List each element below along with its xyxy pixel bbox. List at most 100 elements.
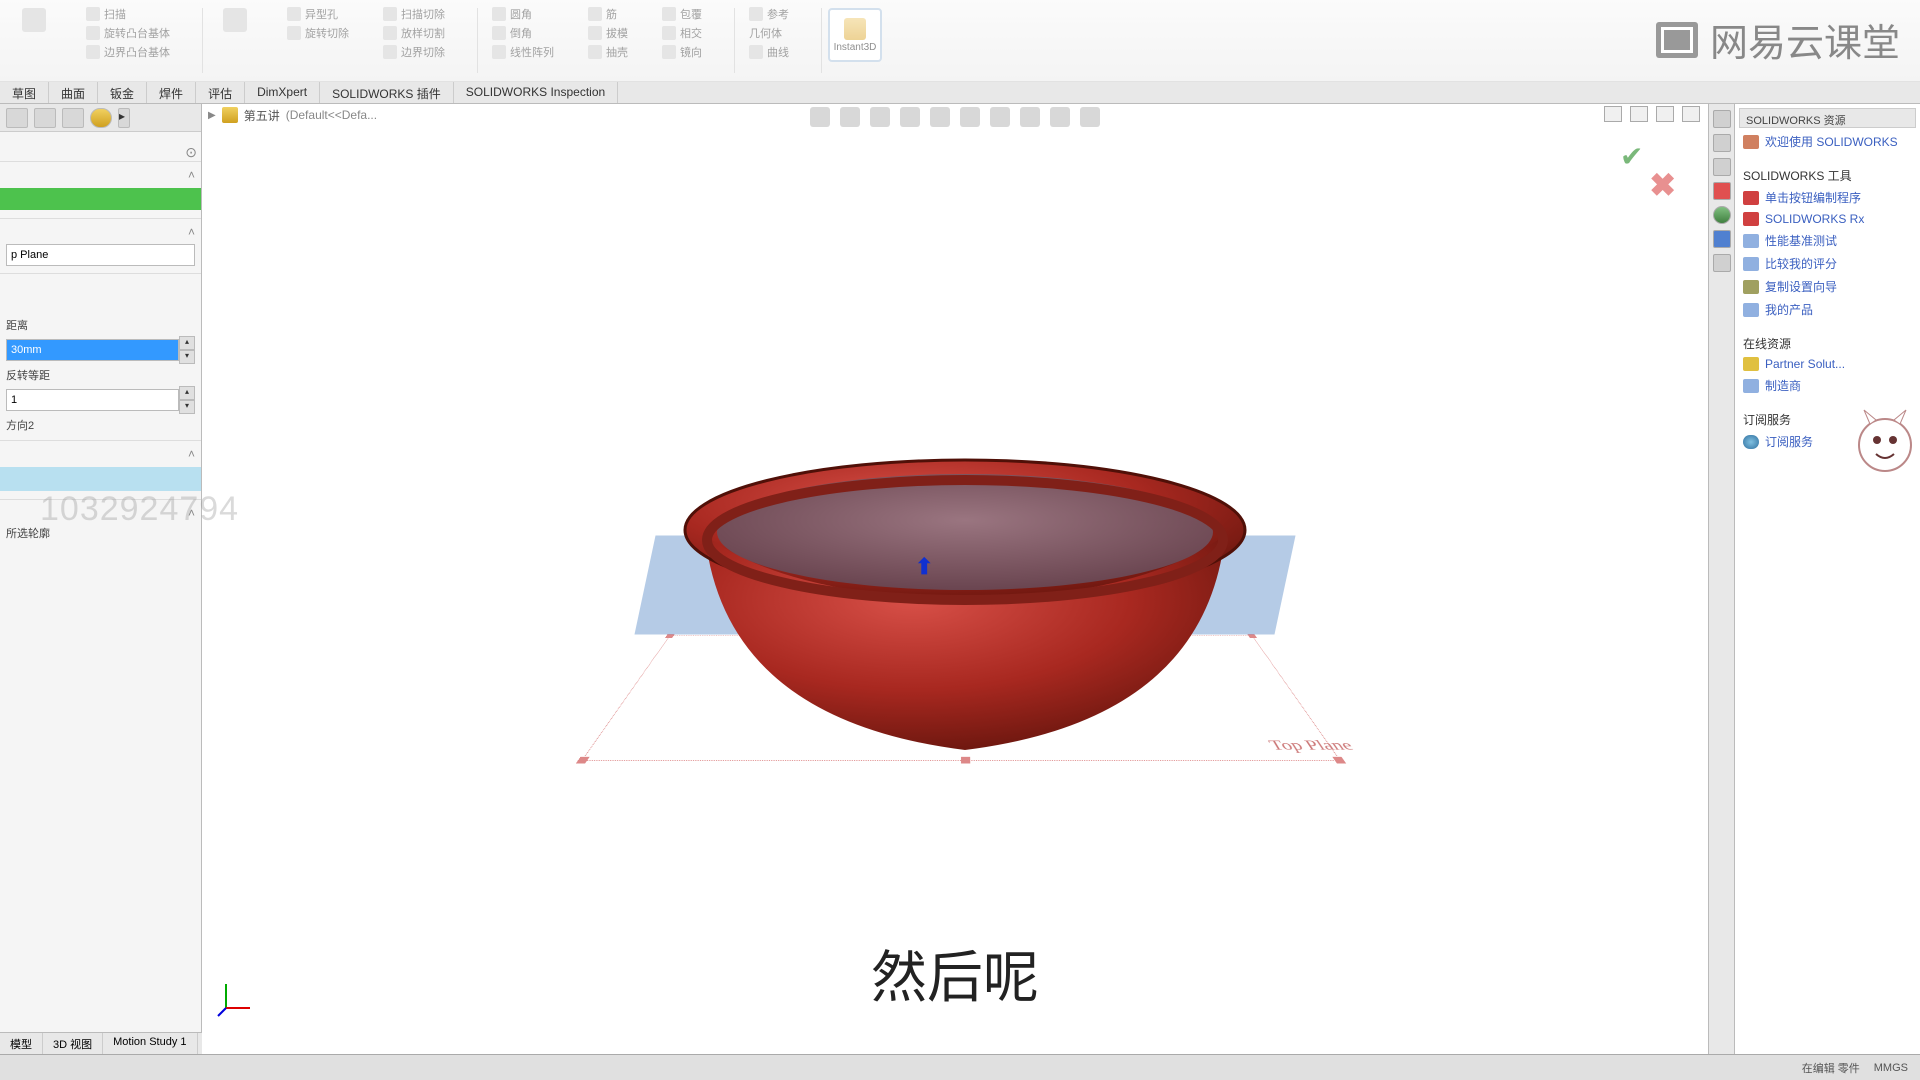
- mascot-icon: [1850, 400, 1920, 490]
- orientation-triad[interactable]: [216, 978, 256, 1018]
- view-orient-icon[interactable]: [930, 107, 950, 127]
- hide-show-icon[interactable]: [990, 107, 1010, 127]
- pm-tab-more[interactable]: ▸: [118, 108, 130, 128]
- pm-toolbar: ▸: [0, 104, 201, 132]
- second-reference-box[interactable]: [0, 467, 201, 491]
- taskpane-custom-icon[interactable]: [1713, 230, 1731, 248]
- ribbon-item[interactable]: 相交: [662, 25, 702, 41]
- pm-tab-display[interactable]: [62, 108, 84, 128]
- tab-model[interactable]: 模型: [0, 1033, 43, 1054]
- document-tab[interactable]: ▶ 第五讲 (Default<<Defa...: [208, 104, 377, 126]
- tab-sketch[interactable]: 草图: [0, 82, 49, 103]
- taskpane-welcome[interactable]: 欢迎使用 SOLIDWORKS: [1739, 130, 1916, 153]
- ribbon-item[interactable]: 放样切割: [383, 25, 445, 41]
- ribbon-item[interactable]: 线性阵列: [492, 44, 554, 60]
- display-style-icon[interactable]: [960, 107, 980, 127]
- offset-distance-input[interactable]: [6, 339, 179, 361]
- tab-3dview[interactable]: 3D 视图: [43, 1033, 103, 1054]
- flip-checkbox-label[interactable]: 反转等距: [6, 367, 195, 383]
- tab-dimxpert[interactable]: DimXpert: [245, 82, 320, 103]
- status-units[interactable]: MMGS: [1874, 1062, 1908, 1074]
- ribbon-item[interactable]: 抽壳: [588, 44, 628, 60]
- pm-ok-bar[interactable]: [0, 188, 201, 210]
- pm-tab-appearance[interactable]: [90, 108, 112, 128]
- chamfer-icon: [492, 26, 506, 40]
- taskpane-lib-icon[interactable]: [1713, 134, 1731, 152]
- taskpane-view-icon[interactable]: [1713, 182, 1731, 200]
- apply-scene-icon[interactable]: [1050, 107, 1070, 127]
- rx-icon: [1743, 212, 1759, 226]
- spin-down[interactable]: ▾: [179, 400, 195, 414]
- tree-arrow-icon[interactable]: ▶: [208, 110, 216, 121]
- confirm-ok-icon[interactable]: ✔: [1620, 140, 1652, 168]
- zoom-area-icon[interactable]: [840, 107, 860, 127]
- prev-view-icon[interactable]: [870, 107, 890, 127]
- tab-evaluate[interactable]: 评估: [196, 82, 245, 103]
- ribbon-item[interactable]: 圆角: [492, 6, 554, 22]
- ribbon-item[interactable]: 旋转切除: [287, 25, 349, 41]
- tab-inspection[interactable]: SOLIDWORKS Inspection: [454, 82, 618, 103]
- taskpane-link[interactable]: 单击按钮编制程序: [1739, 186, 1916, 209]
- ribbon-item[interactable]: 拔模: [588, 25, 628, 41]
- taskpane-forum-icon[interactable]: [1713, 254, 1731, 272]
- taskpane-link[interactable]: 比较我的评分: [1739, 252, 1916, 275]
- confirm-cancel-icon[interactable]: ✖: [1649, 166, 1676, 204]
- taskpane-link[interactable]: 我的产品: [1739, 298, 1916, 321]
- tab-motion[interactable]: Motion Study 1: [103, 1033, 197, 1054]
- pm-pin-icon[interactable]: ⊙: [185, 144, 197, 161]
- section-view-icon[interactable]: [900, 107, 920, 127]
- taskpane-appearance-icon[interactable]: [1713, 206, 1731, 224]
- pm-tab-config[interactable]: [34, 108, 56, 128]
- products-icon: [1743, 303, 1759, 317]
- tab-sheetmetal[interactable]: 钣金: [98, 82, 147, 103]
- tab-surface[interactable]: 曲面: [49, 82, 98, 103]
- pm-tab-feature[interactable]: [6, 108, 28, 128]
- plane-reference-input[interactable]: [6, 244, 195, 266]
- taskpane-link[interactable]: 性能基准测试: [1739, 229, 1916, 252]
- ribbon-item[interactable]: 镜向: [662, 44, 702, 60]
- collapse-icon[interactable]: ˄: [188, 225, 195, 239]
- taskpane-link[interactable]: 制造商: [1739, 374, 1916, 397]
- ribbon-item[interactable]: 倒角: [492, 25, 554, 41]
- ribbon-item[interactable]: 筋: [588, 6, 628, 22]
- taskpane-home-icon[interactable]: [1713, 110, 1731, 128]
- mirror-icon: [662, 45, 676, 59]
- ribbon-item[interactable]: 扫描切除: [383, 6, 445, 22]
- bowl-model[interactable]: [665, 420, 1265, 800]
- direction-arrow-icon[interactable]: ⬆: [915, 554, 933, 580]
- instant3d-button[interactable]: Instant3D: [828, 8, 882, 62]
- plane-handle[interactable]: [576, 757, 590, 764]
- window-min-icon[interactable]: [1656, 106, 1674, 122]
- plane-handle[interactable]: [1332, 757, 1346, 764]
- ribbon-big-btn[interactable]: [16, 6, 52, 36]
- view-settings-icon[interactable]: [1080, 107, 1100, 127]
- ribbon-big-btn[interactable]: [217, 6, 253, 36]
- window-max-icon[interactable]: [1630, 106, 1648, 122]
- ribbon-item[interactable]: 几何体: [749, 25, 789, 41]
- spin-up[interactable]: ▴: [179, 336, 195, 350]
- ribbon-item[interactable]: 旋转凸台基体: [86, 25, 170, 41]
- collapse-icon[interactable]: ˄: [188, 168, 195, 182]
- tab-weldment[interactable]: 焊件: [147, 82, 196, 103]
- ribbon-item[interactable]: 异型孔: [287, 6, 349, 22]
- spin-up[interactable]: ▴: [179, 386, 195, 400]
- collapse-icon[interactable]: ˄: [188, 447, 195, 461]
- window-tile-icon[interactable]: [1604, 106, 1622, 122]
- ribbon-item[interactable]: 扫描: [86, 6, 170, 22]
- ribbon-item[interactable]: 参考: [749, 6, 789, 22]
- instances-input[interactable]: [6, 389, 179, 411]
- window-close-icon[interactable]: [1682, 106, 1700, 122]
- edit-appearance-icon[interactable]: [1020, 107, 1040, 127]
- zoom-fit-icon[interactable]: [810, 107, 830, 127]
- ribbon-item[interactable]: 包覆: [662, 6, 702, 22]
- ribbon-item[interactable]: 边界凸台基体: [86, 44, 170, 60]
- taskpane-link[interactable]: 复制设置向导: [1739, 275, 1916, 298]
- taskpane-link[interactable]: SOLIDWORKS Rx: [1739, 209, 1916, 229]
- ribbon-item[interactable]: 曲线: [749, 44, 789, 60]
- taskpane-explorer-icon[interactable]: [1713, 158, 1731, 176]
- graphics-viewport[interactable]: ▶ 第五讲 (Default<<Defa... ✔ ✖: [202, 104, 1708, 1054]
- tab-addins[interactable]: SOLIDWORKS 插件: [320, 82, 454, 103]
- ribbon-item[interactable]: 边界切除: [383, 44, 445, 60]
- taskpane-link[interactable]: Partner Solut...: [1739, 354, 1916, 374]
- spin-down[interactable]: ▾: [179, 350, 195, 364]
